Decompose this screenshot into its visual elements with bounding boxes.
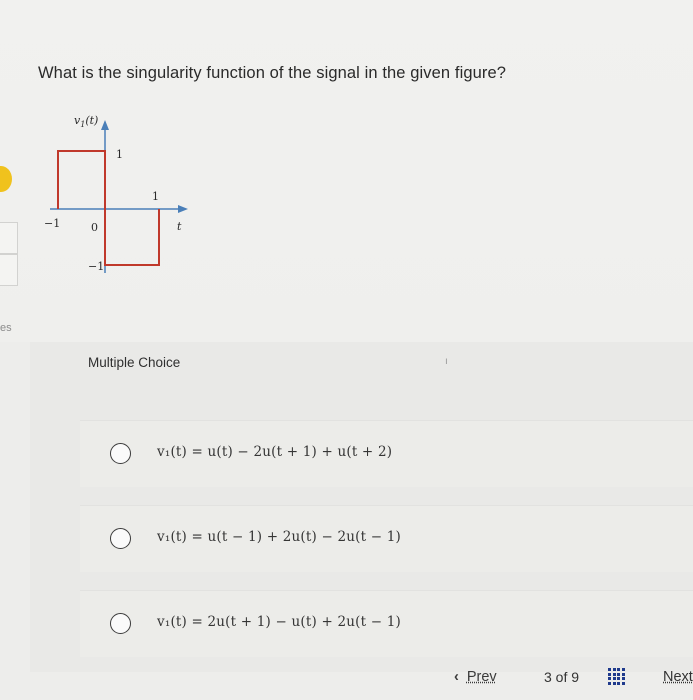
tick-pos1-label: 1	[152, 190, 159, 203]
signal-plot: v1(t) 1 1 −1 0 t −1	[44, 114, 188, 273]
side-tab[interactable]	[0, 222, 18, 254]
left-edge-panel: es	[0, 0, 22, 700]
chevron-left-icon: ‹	[454, 669, 459, 685]
choice-option-2[interactable]: v₁(t) = u(t − 1) + 2u(t) − 2u(t − 1)	[80, 505, 693, 572]
tick-neg1-label: −1	[44, 217, 60, 230]
choice-formula-3: v₁(t) = 2u(t + 1) − u(t) + 2u(t − 1)	[157, 614, 401, 630]
question-text: What is the singularity function of the …	[38, 64, 507, 82]
multiple-choice-header: Multiple Choice	[88, 355, 181, 370]
signal-waveform	[57, 150, 160, 266]
choice-option-1[interactable]: v₁(t) = u(t) − 2u(t + 1) + u(t + 2)	[80, 420, 693, 487]
radio-button-1[interactable]	[110, 443, 131, 464]
cursor-mark: ı	[445, 356, 448, 367]
radio-button-3[interactable]	[110, 613, 131, 634]
signal-figure: v1(t) 1 1 −1 0 t −1	[32, 108, 202, 283]
navigation-footer	[0, 664, 693, 700]
level-pos-label: 1	[116, 148, 123, 161]
time-axis-arrow	[178, 205, 188, 213]
page-counter: 3 of 9	[544, 669, 580, 685]
side-label: es	[0, 322, 12, 334]
choice-option-3[interactable]: v₁(t) = 2u(t + 1) − u(t) + 2u(t − 1)	[80, 590, 693, 657]
level-neg-label: −1	[88, 260, 104, 273]
side-tab[interactable]	[0, 254, 18, 286]
origin-label: 0	[91, 221, 98, 234]
question-grid-icon[interactable]	[608, 668, 625, 685]
next-button[interactable]: Next	[663, 669, 693, 685]
choice-formula-1: v₁(t) = u(t) − 2u(t + 1) + u(t + 2)	[157, 444, 393, 460]
prev-button[interactable]: ‹ Prev	[454, 669, 497, 685]
amplitude-axis-arrow	[101, 120, 109, 130]
x-axis-label: t	[177, 220, 182, 233]
choice-formula-2: v₁(t) = u(t − 1) + 2u(t) − 2u(t − 1)	[157, 529, 401, 545]
prev-label: Prev	[466, 669, 497, 685]
radio-button-2[interactable]	[110, 528, 131, 549]
status-dot	[0, 166, 12, 192]
y-axis-label: v1(t)	[74, 114, 98, 129]
